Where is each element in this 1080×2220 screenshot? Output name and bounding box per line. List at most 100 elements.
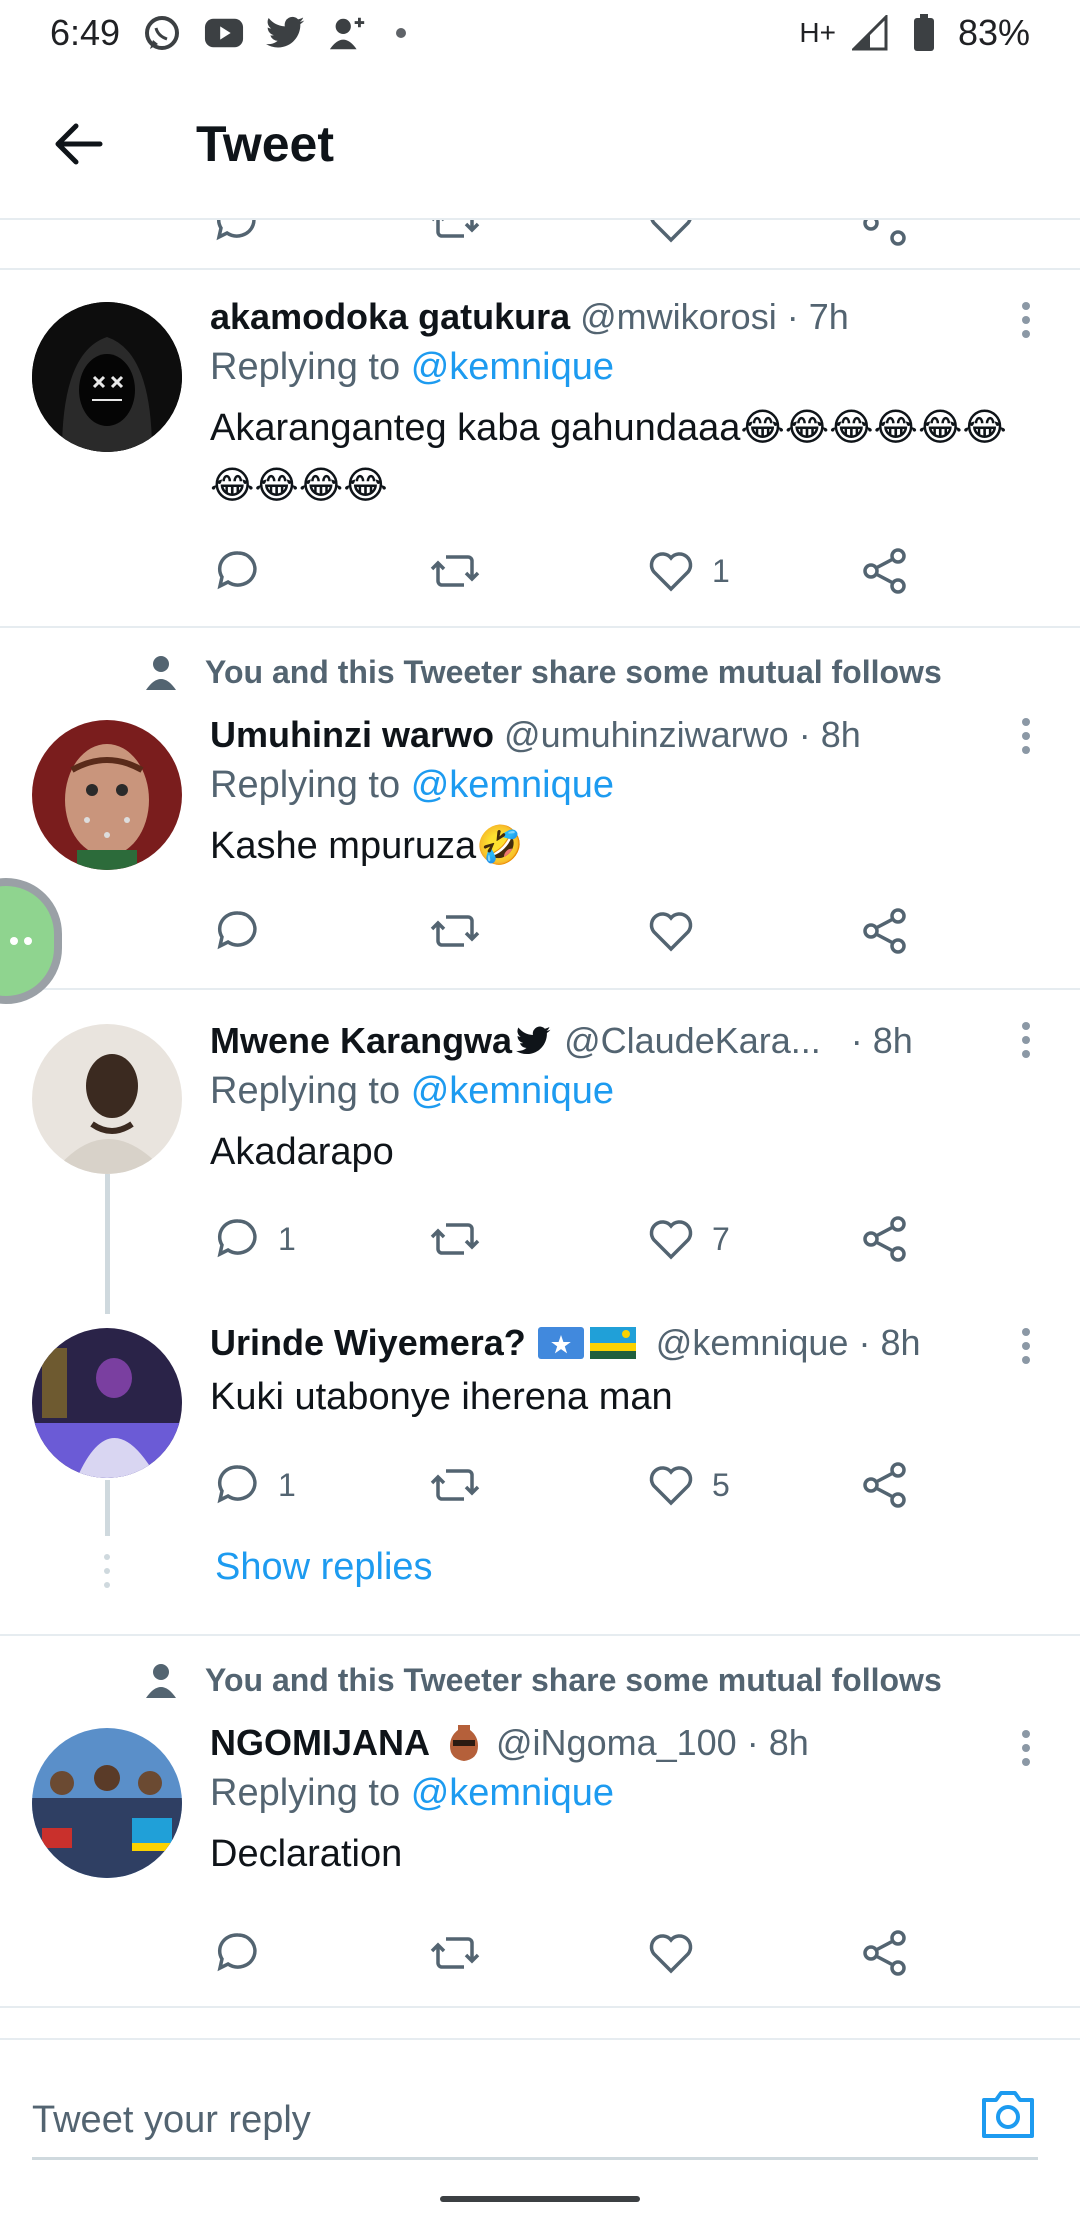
reply-mention-link[interactable]: @kemnique (411, 764, 614, 806)
heart-icon (649, 552, 693, 592)
thread-connector (105, 1174, 110, 1314)
like-button[interactable]: 7 (648, 1214, 730, 1264)
reply-icon (217, 551, 257, 590)
mutual-follows-label: You and this Tweeter share some mutual f… (205, 1662, 942, 1698)
reply-mention-link[interactable]: @kemnique (411, 1070, 614, 1112)
reply-tweet[interactable]: akamodoka gatukura @mwikorosi · 7h Reply… (0, 272, 1080, 628)
reply-input[interactable]: Tweet your reply (32, 2084, 1038, 2160)
youtube-icon (204, 13, 244, 53)
add-person-icon (328, 13, 368, 53)
author-handle[interactable]: @ClaudeKara... (564, 1020, 821, 1062)
author-handle[interactable]: @iNgoma_100 (496, 1722, 737, 1764)
retweet-button[interactable] (430, 1928, 498, 1978)
tweet-time: · 8h (798, 714, 861, 755)
reply-mention-link[interactable]: @kemnique (411, 346, 614, 388)
heart-icon (649, 1220, 693, 1260)
thread-connector (105, 1480, 110, 1536)
avatar[interactable] (32, 1328, 182, 1478)
share-button[interactable] (862, 1214, 908, 1264)
reply-button[interactable]: 1 (216, 1460, 296, 1510)
more-options-button[interactable] (1022, 1328, 1032, 1364)
heart-icon (649, 1466, 693, 1506)
person-icon (146, 1663, 176, 1698)
author-name[interactable]: Umuhinzi warwo (210, 714, 494, 756)
like-button[interactable] (648, 906, 712, 956)
reply-tweet[interactable]: You and this Tweeter share some mutual f… (0, 630, 1080, 990)
vase-emoji-icon (450, 1725, 479, 1761)
signal-icon (850, 13, 890, 53)
home-indicator[interactable] (440, 2196, 640, 2202)
share-icon (863, 548, 906, 594)
author-name[interactable]: akamodoka gatukura (210, 296, 570, 338)
heart-icon (649, 1934, 693, 1974)
author-handle[interactable]: @umuhinziwarwo (504, 714, 789, 756)
like-button[interactable]: 1 (648, 546, 730, 596)
author-name[interactable]: Mwene Karangwa (210, 1020, 512, 1062)
like-count: 5 (712, 1466, 730, 1503)
reply-icon (217, 1933, 257, 1972)
tweet-time: · 8h (850, 1020, 913, 1061)
author-handle[interactable]: @mwikorosi (580, 296, 777, 338)
twitter-bird-icon (516, 1026, 551, 1055)
back-button[interactable] (38, 104, 118, 184)
reply-count: 1 (278, 1466, 296, 1503)
author-handle[interactable]: @kemnique (656, 1322, 849, 1364)
reply-count: 1 (278, 1220, 296, 1257)
reply-button[interactable] (216, 906, 278, 956)
battery-icon (904, 13, 944, 53)
notification-dot (396, 28, 407, 38)
retweet-button[interactable] (430, 546, 498, 596)
more-options-button[interactable] (1022, 302, 1032, 338)
reply-icon (217, 1219, 257, 1258)
share-button[interactable] (862, 1928, 908, 1978)
share-icon (863, 1930, 906, 1976)
network-type: H+ (799, 17, 836, 48)
tweet-time: · 8h (858, 1322, 921, 1363)
avatar[interactable] (32, 720, 182, 870)
replying-to-label: Replying to (210, 764, 401, 806)
avatar[interactable] (32, 1728, 182, 1878)
retweet-icon (430, 1469, 480, 1501)
previous-tweet-actions (0, 220, 1080, 270)
reply-mention-link[interactable]: @kemnique (411, 1772, 614, 1814)
more-options-button[interactable] (1022, 1730, 1032, 1766)
show-replies-link[interactable]: Show replies (215, 1546, 433, 1589)
retweet-button[interactable] (430, 1214, 498, 1264)
reply-tweet[interactable]: You and this Tweeter share some mutual f… (0, 1638, 1080, 2008)
like-button[interactable]: 5 (648, 1460, 730, 1510)
share-button[interactable] (862, 1460, 908, 1510)
retweet-icon (430, 915, 480, 947)
tweet-text: Akaranganteg kaba gahundaaa😂😂😂😂😂😂😂😂😂😂 (210, 407, 1007, 507)
more-options-button[interactable] (1022, 1022, 1032, 1058)
replying-to-label: Replying to (210, 1772, 401, 1814)
share-icon (863, 1216, 906, 1262)
somalia-flag-icon (537, 1327, 584, 1359)
page-title: Tweet (196, 116, 334, 172)
tweet-text: Kashe mpuruza🤣 (210, 825, 524, 867)
retweet-button[interactable] (430, 1460, 498, 1510)
reply-button[interactable] (216, 1928, 278, 1978)
reply-button[interactable] (216, 546, 278, 596)
conversation-thread: Mwene Karangwa @ClaudeKara... · 8h Replyi… (0, 992, 1080, 1636)
like-button[interactable] (648, 1928, 712, 1978)
avatar[interactable] (32, 302, 182, 452)
tweet-time: · 7h (786, 296, 849, 337)
share-button[interactable] (862, 546, 908, 596)
retweet-button[interactable] (430, 906, 498, 956)
like-count: 1 (712, 552, 730, 589)
tweet-text: Kuki utabonye iherena man (210, 1376, 673, 1418)
person-icon (146, 655, 176, 690)
retweet-icon (430, 1937, 480, 1969)
share-icon (863, 908, 906, 954)
retweet-icon (430, 1223, 480, 1255)
reply-icon (217, 911, 257, 950)
whatsapp-icon (142, 13, 182, 53)
avatar[interactable] (32, 1024, 182, 1174)
reply-button[interactable]: 1 (216, 1214, 296, 1264)
author-name[interactable]: Urinde Wiyemera? (210, 1322, 526, 1364)
camera-button[interactable] (976, 2082, 1040, 2146)
more-options-button[interactable] (1022, 718, 1032, 754)
share-button[interactable] (862, 906, 908, 956)
retweet-icon (430, 555, 480, 587)
author-name[interactable]: NGOMIJANA (210, 1722, 430, 1764)
